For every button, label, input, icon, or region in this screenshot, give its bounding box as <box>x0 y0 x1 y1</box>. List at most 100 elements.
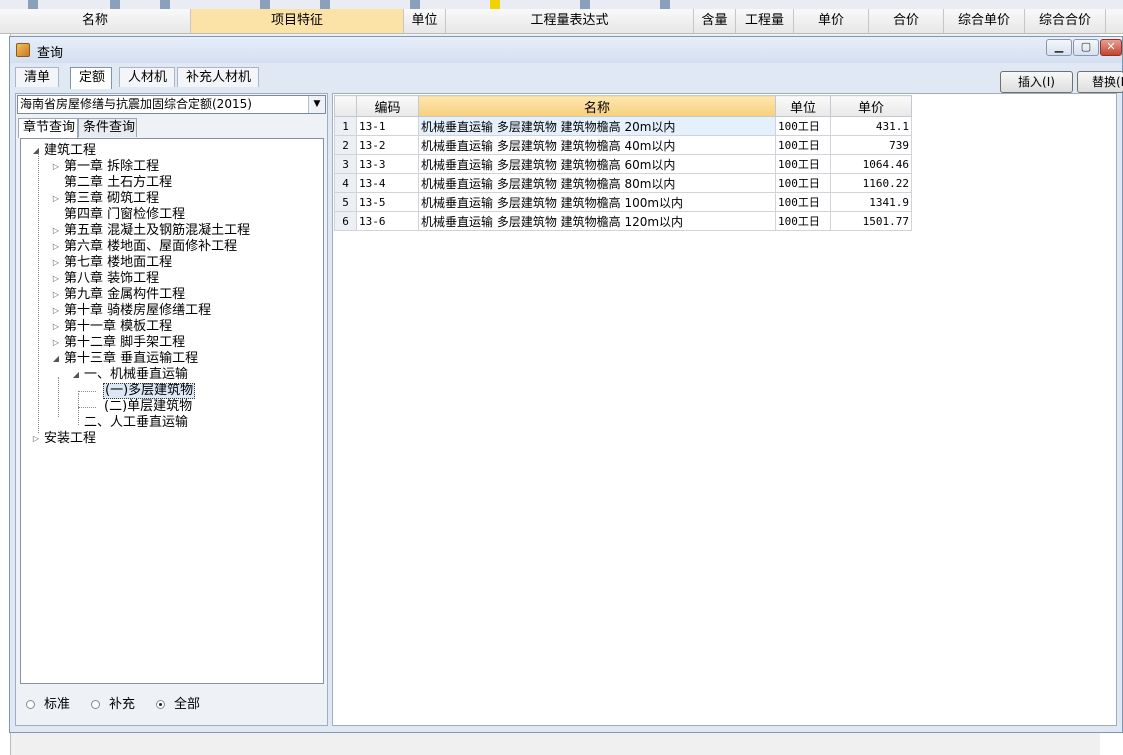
dropdown-arrow-icon[interactable]: ▼ <box>308 96 325 113</box>
dialog-titlebar[interactable]: 查询 ▁ ▢ ✕ <box>10 37 1122 63</box>
tab-condition-query[interactable]: 条件查询 <box>78 118 137 137</box>
expand-triangle-icon[interactable]: ▷ <box>51 223 61 239</box>
tree-node-label: 第二章 土石方工程 <box>64 175 173 190</box>
tree-node-label: 第五章 混凝土及钢筋混凝土工程 <box>64 223 251 238</box>
bg-col-feature: 项目特征 <box>191 9 404 33</box>
code-cell[interactable]: 13-5 <box>356 192 419 212</box>
row-number-cell[interactable]: 1 <box>334 116 357 136</box>
grid-header-price[interactable]: 单价 <box>830 95 912 117</box>
bg-col-expression: 工程量表达式 <box>446 9 694 33</box>
name-cell[interactable]: 机械垂直运输 多层建筑物 建筑物檐高 60m以内 <box>418 154 776 174</box>
expand-triangle-icon[interactable]: ▷ <box>51 239 61 255</box>
expand-triangle-icon[interactable]: ▷ <box>51 319 61 335</box>
chapter-tree: ◢ 建筑工程 ▷ 第一章 拆除工程 第二章 土石方工程 ▷ 第三章 砌筑工程 第四章 门窗检修… <box>20 138 324 684</box>
tab-bill[interactable]: 清单 <box>15 67 59 87</box>
grid-header-code[interactable]: 编码 <box>356 95 419 117</box>
tree-node-label: 第六章 楼地面、屋面修补工程 <box>64 239 238 254</box>
bg-col-name: 名称 <box>0 9 191 33</box>
table-row[interactable]: 3 13-3 机械垂直运输 多层建筑物 建筑物檐高 60m以内 100工日 1064.4… <box>334 154 912 174</box>
unit-cell[interactable]: 100工日 <box>775 192 831 212</box>
tree-node-label: 安装工程 <box>44 431 97 446</box>
tab-quota[interactable]: 定额 <box>70 67 112 89</box>
code-cell[interactable]: 13-4 <box>356 173 419 193</box>
row-number-cell[interactable]: 6 <box>334 211 357 231</box>
table-row[interactable]: 5 13-5 机械垂直运输 多层建筑物 建筑物檐高 100m以内 100工日 1341.… <box>334 192 912 212</box>
quota-grid-panel: 编码 名称 单位 单价 1 13-1 机械垂直运输 多层建筑物 建筑物檐高 20m以… <box>332 93 1117 726</box>
tree-guide-line <box>38 153 39 433</box>
tree-node-label: 第十一章 模板工程 <box>64 319 173 334</box>
collapse-triangle-icon[interactable]: ◢ <box>31 143 41 159</box>
expand-triangle-icon[interactable]: ▷ <box>51 191 61 207</box>
unit-cell[interactable]: 100工日 <box>775 211 831 231</box>
tab-chapter-query[interactable]: 章节查询 <box>18 118 78 138</box>
tree-node-label: 第一章 拆除工程 <box>64 159 160 174</box>
table-row[interactable]: 4 13-4 机械垂直运输 多层建筑物 建筑物檐高 80m以内 100工日 1160.2… <box>334 173 912 193</box>
expand-triangle-icon[interactable]: ▷ <box>51 303 61 319</box>
close-button[interactable]: ✕ <box>1100 39 1122 56</box>
name-cell[interactable]: 机械垂直运输 多层建筑物 建筑物檐高 100m以内 <box>418 192 776 212</box>
row-number-cell[interactable]: 3 <box>334 154 357 174</box>
collapse-triangle-icon[interactable]: ◢ <box>51 351 61 367</box>
name-cell[interactable]: 机械垂直运输 多层建筑物 建筑物檐高 20m以内 <box>418 116 776 136</box>
price-cell[interactable]: 1341.9 <box>830 192 912 212</box>
radio-circle-icon <box>156 700 165 709</box>
price-cell[interactable]: 1064.46 <box>830 154 912 174</box>
background-grid-header: 名称 项目特征 单位 工程量表达式 含量 工程量 单价 合价 综合单价 综合合价 <box>0 9 1123 34</box>
name-cell[interactable]: 机械垂直运输 多层建筑物 建筑物檐高 80m以内 <box>418 173 776 193</box>
price-cell[interactable]: 1160.22 <box>830 173 912 193</box>
radio-all-label: 全部 <box>174 697 201 712</box>
table-row[interactable]: 6 13-6 机械垂直运输 多层建筑物 建筑物檐高 120m以内 100工日 1501.… <box>334 211 912 231</box>
chapter-panel: 海南省房屋修缮与抗震加固综合定额(2015) ▼ 章节查询 条件查询 ◢ 建筑工程… <box>15 93 328 726</box>
price-cell[interactable]: 739 <box>830 135 912 155</box>
expand-triangle-icon[interactable]: ▷ <box>51 335 61 351</box>
radio-standard-label: 标准 <box>44 697 71 712</box>
code-cell[interactable]: 13-1 <box>356 116 419 136</box>
tree-node-label: 二、人工垂直运输 <box>84 415 189 430</box>
app-icon <box>16 43 30 57</box>
unit-cell[interactable]: 100工日 <box>775 135 831 155</box>
name-cell[interactable]: 机械垂直运输 多层建筑物 建筑物檐高 120m以内 <box>418 211 776 231</box>
tab-labor-material[interactable]: 人材机 <box>119 67 175 87</box>
grid-header-rownum <box>334 95 357 117</box>
replace-button[interactable]: 替换(R) <box>1077 71 1123 93</box>
maximize-icon: ▢ <box>1080 40 1092 53</box>
expand-triangle-icon[interactable]: ▷ <box>51 159 61 175</box>
bg-col-total-comp: 综合合价 <box>1025 9 1106 33</box>
radio-supplement-label: 补充 <box>109 697 136 712</box>
expand-triangle-icon[interactable]: ▷ <box>51 287 61 303</box>
tree-node-label: 第九章 金属构件工程 <box>64 287 186 302</box>
unit-cell[interactable]: 100工日 <box>775 116 831 136</box>
tree-node-label: 一、机械垂直运输 <box>84 367 189 382</box>
grid-header-unit[interactable]: 单位 <box>775 95 831 117</box>
tree-guide-line <box>78 393 79 425</box>
code-cell[interactable]: 13-3 <box>356 154 419 174</box>
price-cell[interactable]: 1501.77 <box>830 211 912 231</box>
dialog-title: 查询 <box>37 46 64 61</box>
expand-triangle-icon[interactable]: ▷ <box>51 271 61 287</box>
grid-header-name[interactable]: 名称 <box>418 95 776 117</box>
tree-node-label: 第十章 骑楼房屋修缮工程 <box>64 303 212 318</box>
tab-supplement-labor-material[interactable]: 补充人材机 <box>177 67 259 87</box>
expand-triangle-icon[interactable]: ▷ <box>51 255 61 271</box>
code-cell[interactable]: 13-2 <box>356 135 419 155</box>
unit-cell[interactable]: 100工日 <box>775 173 831 193</box>
quota-library-select[interactable]: 海南省房屋修缮与抗震加固综合定额(2015) ▼ <box>17 95 326 114</box>
expand-triangle-icon[interactable]: ▷ <box>31 431 41 447</box>
name-cell[interactable]: 机械垂直运输 多层建筑物 建筑物檐高 40m以内 <box>418 135 776 155</box>
unit-cell[interactable]: 100工日 <box>775 154 831 174</box>
radio-circle-icon <box>26 700 35 709</box>
row-number-cell[interactable]: 4 <box>334 173 357 193</box>
minimize-button[interactable]: ▁ <box>1046 39 1072 56</box>
row-number-cell[interactable]: 2 <box>334 135 357 155</box>
table-row[interactable]: 1 13-1 机械垂直运输 多层建筑物 建筑物檐高 20m以内 100工日 431.1 <box>334 116 912 136</box>
table-row[interactable]: 2 13-2 机械垂直运输 多层建筑物 建筑物檐高 40m以内 100工日 739 <box>334 135 912 155</box>
insert-button[interactable]: 插入(I) <box>1000 71 1073 93</box>
bg-col-quantity: 工程量 <box>736 9 794 33</box>
code-cell[interactable]: 13-6 <box>356 211 419 231</box>
price-cell[interactable]: 431.1 <box>830 116 912 136</box>
collapse-triangle-icon[interactable]: ◢ <box>71 367 81 383</box>
maximize-button[interactable]: ▢ <box>1073 39 1099 56</box>
tree-node-label: (一)多层建筑物 <box>103 383 196 399</box>
row-number-cell[interactable]: 5 <box>334 192 357 212</box>
bg-col-price: 单价 <box>794 9 869 33</box>
